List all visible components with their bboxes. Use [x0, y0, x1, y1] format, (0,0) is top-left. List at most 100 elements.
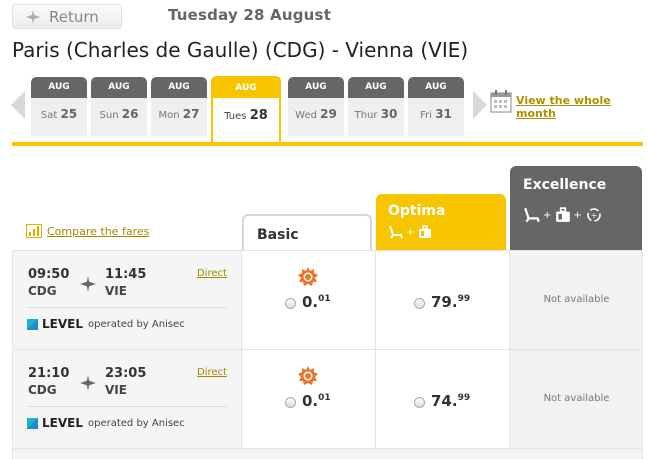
next-flight-row-partial — [12, 448, 643, 459]
basic-fare-price: 0.01 — [302, 293, 331, 311]
date-tab-month: AUG — [213, 78, 279, 98]
fare-column-optima: Optima + — [376, 194, 506, 250]
direct-link[interactable]: Direct — [197, 268, 227, 279]
luggage-icon — [419, 225, 432, 238]
date-tab-weekday: Thur — [354, 110, 378, 121]
direct-link[interactable]: Direct — [197, 367, 227, 378]
date-tab-day: 29 — [320, 107, 337, 121]
view-whole-month-link[interactable]: View the whole month — [516, 94, 649, 120]
fare-column-basic-title: Basic — [257, 227, 299, 243]
price-main: 0. — [302, 392, 319, 410]
svg-text:+: + — [590, 211, 597, 220]
plane-icon — [80, 276, 96, 292]
optima-fare-cell[interactable]: 79.99 — [375, 251, 509, 349]
basic-fare-radio[interactable] — [285, 397, 296, 408]
carrier-name: LEVEL — [42, 317, 83, 331]
date-tab-month: AUG — [91, 77, 147, 98]
date-tab-month: AUG — [348, 77, 404, 98]
basic-fare-cell[interactable]: 0.01 — [241, 350, 375, 448]
optima-fare-radio[interactable] — [414, 298, 425, 309]
luggage-icon — [556, 207, 571, 222]
bar-chart-icon — [26, 224, 42, 238]
optima-fare-price: 74.99 — [431, 392, 470, 410]
date-tab-weekday: Fri — [420, 110, 433, 121]
calendar-icon[interactable] — [490, 89, 512, 113]
date-tab-day: 28 — [249, 108, 268, 123]
date-tab-month: AUG — [151, 77, 207, 98]
optima-fare-radio[interactable] — [414, 397, 425, 408]
price-cents: 99 — [457, 294, 471, 304]
date-tab-sun-26[interactable]: AUG Sun 26 — [91, 77, 147, 136]
date-tab-day: 30 — [380, 107, 398, 121]
date-tab-weekday: Sat — [40, 110, 58, 121]
level-logo-icon — [27, 417, 38, 429]
arrival-code: VIE — [105, 383, 127, 397]
flight-row: 09:50 CDG 11:45 VIE Direct LEVEL operate… — [12, 250, 643, 349]
date-tab-tues-28-selected[interactable]: AUG Tues 28 — [211, 76, 281, 144]
plane-icon — [26, 9, 40, 24]
optima-fare-cell[interactable]: 74.99 — [375, 350, 509, 448]
operated-by-label: operated by Anisec — [87, 318, 185, 330]
selected-date-label: Tuesday 28 August — [168, 6, 332, 24]
date-tab-weekday: Tues — [224, 111, 247, 122]
promo-badge-icon — [298, 366, 318, 385]
date-tab-weekday: Mon — [158, 110, 180, 121]
date-tab-thur-30[interactable]: AUG Thur 30 — [348, 77, 404, 136]
optima-fare-price: 79.99 — [431, 293, 470, 311]
date-tab-mon-27[interactable]: AUG Mon 27 — [151, 77, 207, 136]
operated-by-label: operated by Anisec — [87, 417, 185, 429]
price-main: 79. — [431, 293, 458, 311]
compare-fares-link[interactable]: Compare the fares — [26, 224, 149, 238]
compare-fares-label: Compare the fares — [47, 224, 150, 238]
return-button[interactable]: Return — [12, 4, 122, 29]
date-strip-divider — [12, 142, 643, 146]
return-label: Return — [49, 7, 99, 26]
date-tab-day: 26 — [121, 107, 139, 121]
date-tab-day: 25 — [60, 107, 78, 121]
seat-icon — [389, 225, 403, 239]
price-main: 0. — [302, 293, 319, 311]
price-cents: 99 — [457, 393, 471, 403]
departure-code: CDG — [28, 284, 57, 298]
fare-column-optima-title: Optima — [388, 203, 446, 219]
divider — [27, 307, 227, 308]
fare-column-basic: Basic — [242, 214, 372, 250]
plane-icon — [80, 375, 96, 391]
carrier-name: LEVEL — [42, 416, 83, 430]
carrier-info: LEVEL operated by Anisec — [27, 317, 185, 331]
price-cents: 01 — [318, 294, 331, 304]
next-dates-arrow-icon[interactable] — [473, 91, 487, 119]
price-cents: 01 — [318, 393, 331, 403]
basic-fare-radio[interactable] — [285, 298, 296, 309]
departure-time: 21:10 — [28, 366, 70, 381]
promo-badge-icon — [298, 267, 318, 286]
flight-details: 21:10 CDG 23:05 VIE Direct LEVEL operate… — [13, 350, 241, 448]
not-available-label: Not available — [543, 294, 610, 305]
divider — [27, 406, 227, 407]
carrier-info: LEVEL operated by Anisec — [27, 416, 185, 430]
flexibility-icon: + — [586, 208, 601, 222]
route-title: Paris (Charles de Gaulle) (CDG) - Vienna… — [12, 38, 469, 62]
fare-column-excellence-title: Excellence — [523, 177, 607, 193]
date-tab-wed-29[interactable]: AUG Wed 29 — [288, 77, 344, 136]
excellence-fare-cell: Not available — [509, 251, 642, 349]
basic-fare-cell[interactable]: 0.01 — [241, 251, 375, 349]
date-tab-month: AUG — [31, 77, 87, 98]
basic-fare-price: 0.01 — [302, 392, 331, 410]
date-tab-fri-31[interactable]: AUG Fri 31 — [408, 77, 464, 136]
flight-details: 09:50 CDG 11:45 VIE Direct LEVEL operate… — [13, 251, 241, 349]
date-tab-day: 31 — [435, 107, 452, 121]
excellence-fare-cell: Not available — [509, 350, 642, 448]
date-tab-month: AUG — [288, 77, 344, 98]
arrival-time: 23:05 — [105, 366, 147, 381]
date-tab-weekday: Wed — [295, 110, 317, 121]
previous-dates-arrow-icon[interactable] — [11, 91, 25, 119]
departure-time: 09:50 — [28, 267, 70, 282]
date-tab-day: 27 — [182, 107, 200, 121]
level-logo-icon — [27, 318, 38, 330]
date-tab-weekday: Sun — [99, 110, 119, 121]
flight-row: 21:10 CDG 23:05 VIE Direct LEVEL operate… — [12, 349, 643, 448]
arrival-time: 11:45 — [105, 267, 147, 282]
arrival-code: VIE — [105, 284, 127, 298]
date-tab-sat-25[interactable]: AUG Sat 25 — [31, 77, 87, 136]
